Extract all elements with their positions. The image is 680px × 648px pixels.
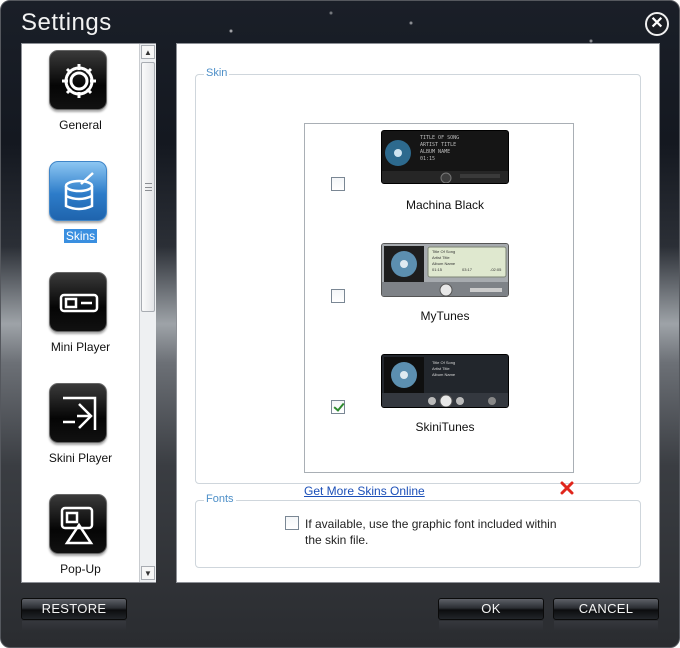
chevron-up-icon: ▲ — [144, 48, 152, 57]
skin-preview-skinitunes: Title Of Song Artist Title Album Name — [381, 354, 509, 408]
skin-name: SkiniTunes — [415, 420, 475, 434]
sidebar-item-skini-player[interactable]: Skini Player — [22, 377, 139, 488]
sidebar-item-label: Skins — [63, 229, 98, 243]
preview-text: 01:15 — [432, 267, 443, 272]
sidebar-item-label: Mini Player — [50, 340, 111, 354]
get-more-skins-link[interactable]: Get More Skins Online — [304, 484, 425, 498]
skin-item-machina-black[interactable]: TITLE OF SONG ARTIST TITLE ALBUM NAME 01… — [305, 124, 573, 235]
close-icon: ✕ — [650, 15, 664, 32]
preview-text: -02:05 — [490, 267, 502, 272]
sidebar-item-label: Pop-Up — [60, 562, 101, 576]
grip-icon — [145, 183, 152, 191]
preview-text: 01:15 — [420, 156, 436, 162]
skin-group: Skin TITLE OF SONG ARTIST TITLE ALBUM NA… — [195, 67, 641, 498]
sidebar-scrollbar[interactable]: ▲ ▼ — [139, 44, 156, 582]
skin-preview-mytunes: Title Of Song Artist Title Album Name 01… — [381, 243, 509, 297]
scroll-up-button[interactable]: ▲ — [141, 45, 155, 59]
preview-text: TITLE OF SONG — [420, 135, 460, 141]
skin-checkbox-machina-black[interactable] — [331, 177, 345, 191]
skin-list: TITLE OF SONG ARTIST TITLE ALBUM NAME 01… — [304, 123, 574, 473]
preview-text: Album Name — [432, 372, 456, 377]
settings-window: Settings ✕ General Skins Mini Player Ski… — [0, 0, 680, 648]
window-title: Settings — [21, 9, 112, 36]
skin-name: MyTunes — [420, 309, 470, 323]
skin-item-skinitunes[interactable]: Title Of Song Artist Title Album Name Sk… — [305, 346, 573, 457]
scroll-down-button[interactable]: ▼ — [141, 566, 155, 580]
close-button[interactable]: ✕ — [645, 12, 669, 36]
pop-up-icon — [49, 494, 107, 554]
preview-text: ARTIST TITLE — [420, 142, 457, 148]
skin-name: Machina Black — [405, 198, 485, 212]
skin-checkbox-skinitunes[interactable] — [331, 400, 345, 414]
sidebar-list: General Skins Mini Player Skini Player P… — [22, 44, 139, 582]
cancel-button[interactable]: CANCEL — [553, 598, 659, 631]
delete-icon — [560, 481, 574, 495]
preview-text: 03:17 — [462, 267, 473, 272]
delete-skin-button[interactable] — [560, 481, 574, 495]
skini-player-icon — [49, 383, 107, 443]
fonts-group-legend: Fonts — [204, 493, 236, 505]
skin-item-mytunes[interactable]: Title Of Song Artist Title Album Name 01… — [305, 235, 573, 346]
paint-bucket-icon — [49, 161, 107, 221]
ok-button[interactable]: OK — [438, 598, 544, 631]
sidebar-item-skins[interactable]: Skins — [22, 155, 139, 266]
skin-checkbox-mytunes[interactable] — [331, 289, 345, 303]
sidebar-item-label: Skini Player — [48, 451, 113, 465]
main-panel: Skin TITLE OF SONG ARTIST TITLE ALBUM NA… — [176, 43, 660, 583]
sidebar-item-pop-up[interactable]: Pop-Up — [22, 488, 139, 582]
sidebar-item-general[interactable]: General — [22, 44, 139, 155]
sidebar-item-label: General — [59, 118, 102, 132]
preview-text: ALBUM NAME — [420, 149, 451, 155]
graphic-font-checkbox[interactable] — [285, 516, 299, 530]
gear-icon — [49, 50, 107, 110]
mini-player-icon — [49, 272, 107, 332]
scrollbar-thumb[interactable] — [141, 62, 155, 312]
graphic-font-label: If available, use the graphic font inclu… — [305, 517, 557, 547]
skin-preview-machina-black: TITLE OF SONG ARTIST TITLE ALBUM NAME 01… — [381, 130, 509, 184]
restore-button[interactable]: RESTORE — [21, 598, 127, 631]
skin-group-legend: Skin — [204, 67, 230, 79]
sidebar-item-mini-player[interactable]: Mini Player — [22, 266, 139, 377]
sidebar: General Skins Mini Player Skini Player P… — [21, 43, 156, 583]
chevron-down-icon: ▼ — [144, 569, 152, 578]
